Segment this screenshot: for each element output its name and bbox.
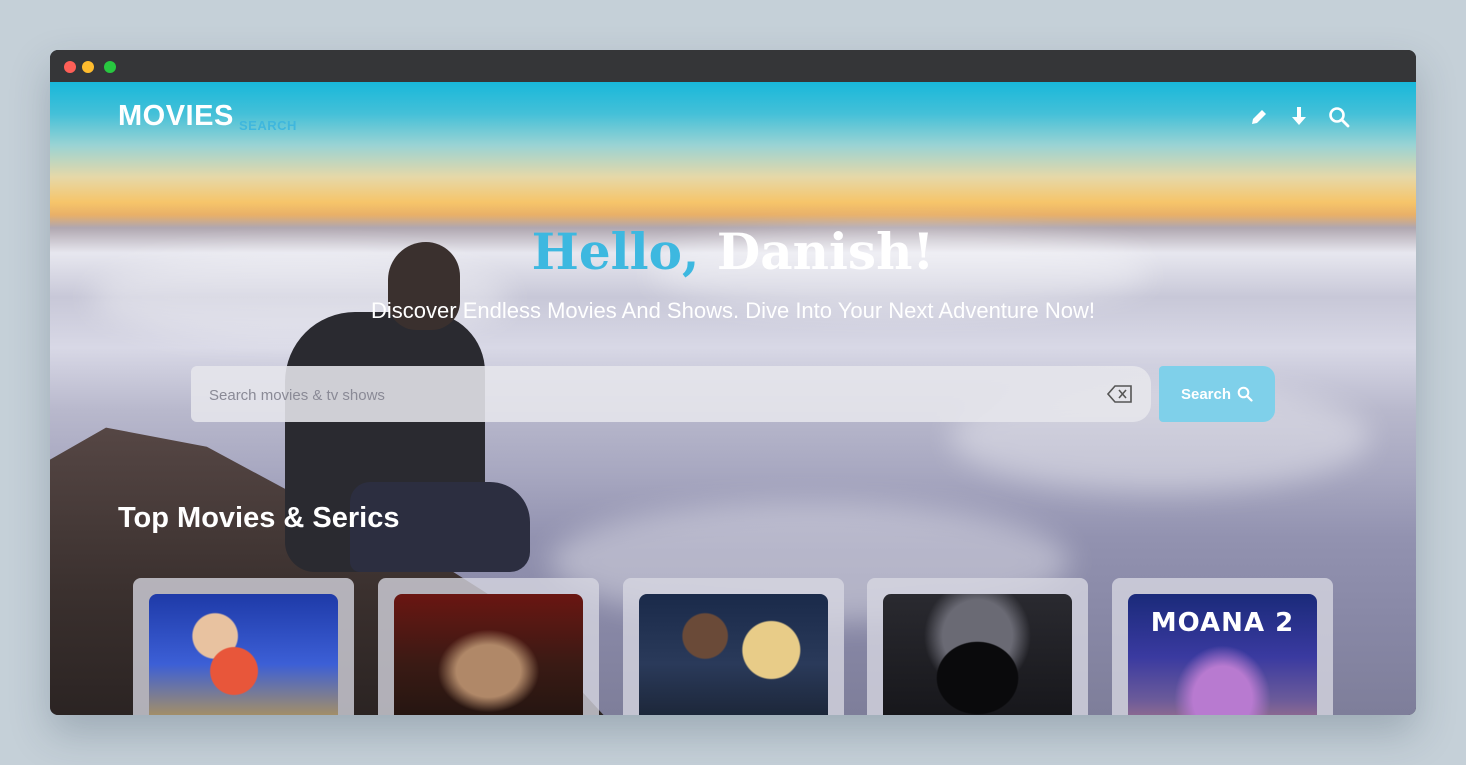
brand-subtitle: SEARCH: [239, 118, 297, 133]
clear-search-icon[interactable]: [1106, 384, 1133, 404]
pencil-icon[interactable]: [1246, 104, 1272, 130]
greeting-name: Danish!: [716, 222, 935, 281]
movie-poster: MOANA 2: [1128, 594, 1317, 715]
movie-card[interactable]: MOANA 2: [1112, 578, 1333, 715]
minimize-window-button[interactable]: [82, 61, 94, 73]
poster-title: MOANA 2: [1150, 608, 1295, 638]
browser-window: MOVIES SEARCH Hello, Danish! Discover En…: [50, 50, 1416, 715]
search-input[interactable]: [207, 366, 1091, 424]
download-icon[interactable]: [1286, 104, 1312, 130]
maximize-window-button[interactable]: [104, 61, 116, 73]
movie-poster: [149, 594, 338, 715]
window-titlebar: [50, 50, 1416, 82]
hero-tagline: Discover Endless Movies And Shows. Dive …: [371, 298, 1095, 323]
hero-section: MOVIES SEARCH Hello, Danish! Discover En…: [50, 82, 1416, 715]
search-button[interactable]: Search: [1159, 366, 1275, 422]
greeting-heading: Hello, Danish!: [50, 222, 1416, 281]
movie-poster: [639, 594, 828, 715]
movie-poster: [394, 594, 583, 715]
movie-poster: [883, 594, 1072, 715]
greeting-hello: Hello,: [531, 222, 700, 281]
search-button-label: Search: [1180, 385, 1232, 403]
search-icon[interactable]: [1326, 104, 1352, 130]
brand-logo[interactable]: MOVIES: [118, 100, 234, 133]
search-button-icon: [1237, 386, 1253, 402]
movie-card[interactable]: [623, 578, 844, 715]
movie-card[interactable]: [133, 578, 354, 715]
section-title: Top Movies & Serics: [118, 502, 400, 534]
movie-card[interactable]: [867, 578, 1088, 715]
header-actions: [1246, 104, 1352, 130]
movie-card[interactable]: [378, 578, 599, 715]
close-window-button[interactable]: [64, 61, 76, 73]
search-bar: [191, 366, 1151, 424]
